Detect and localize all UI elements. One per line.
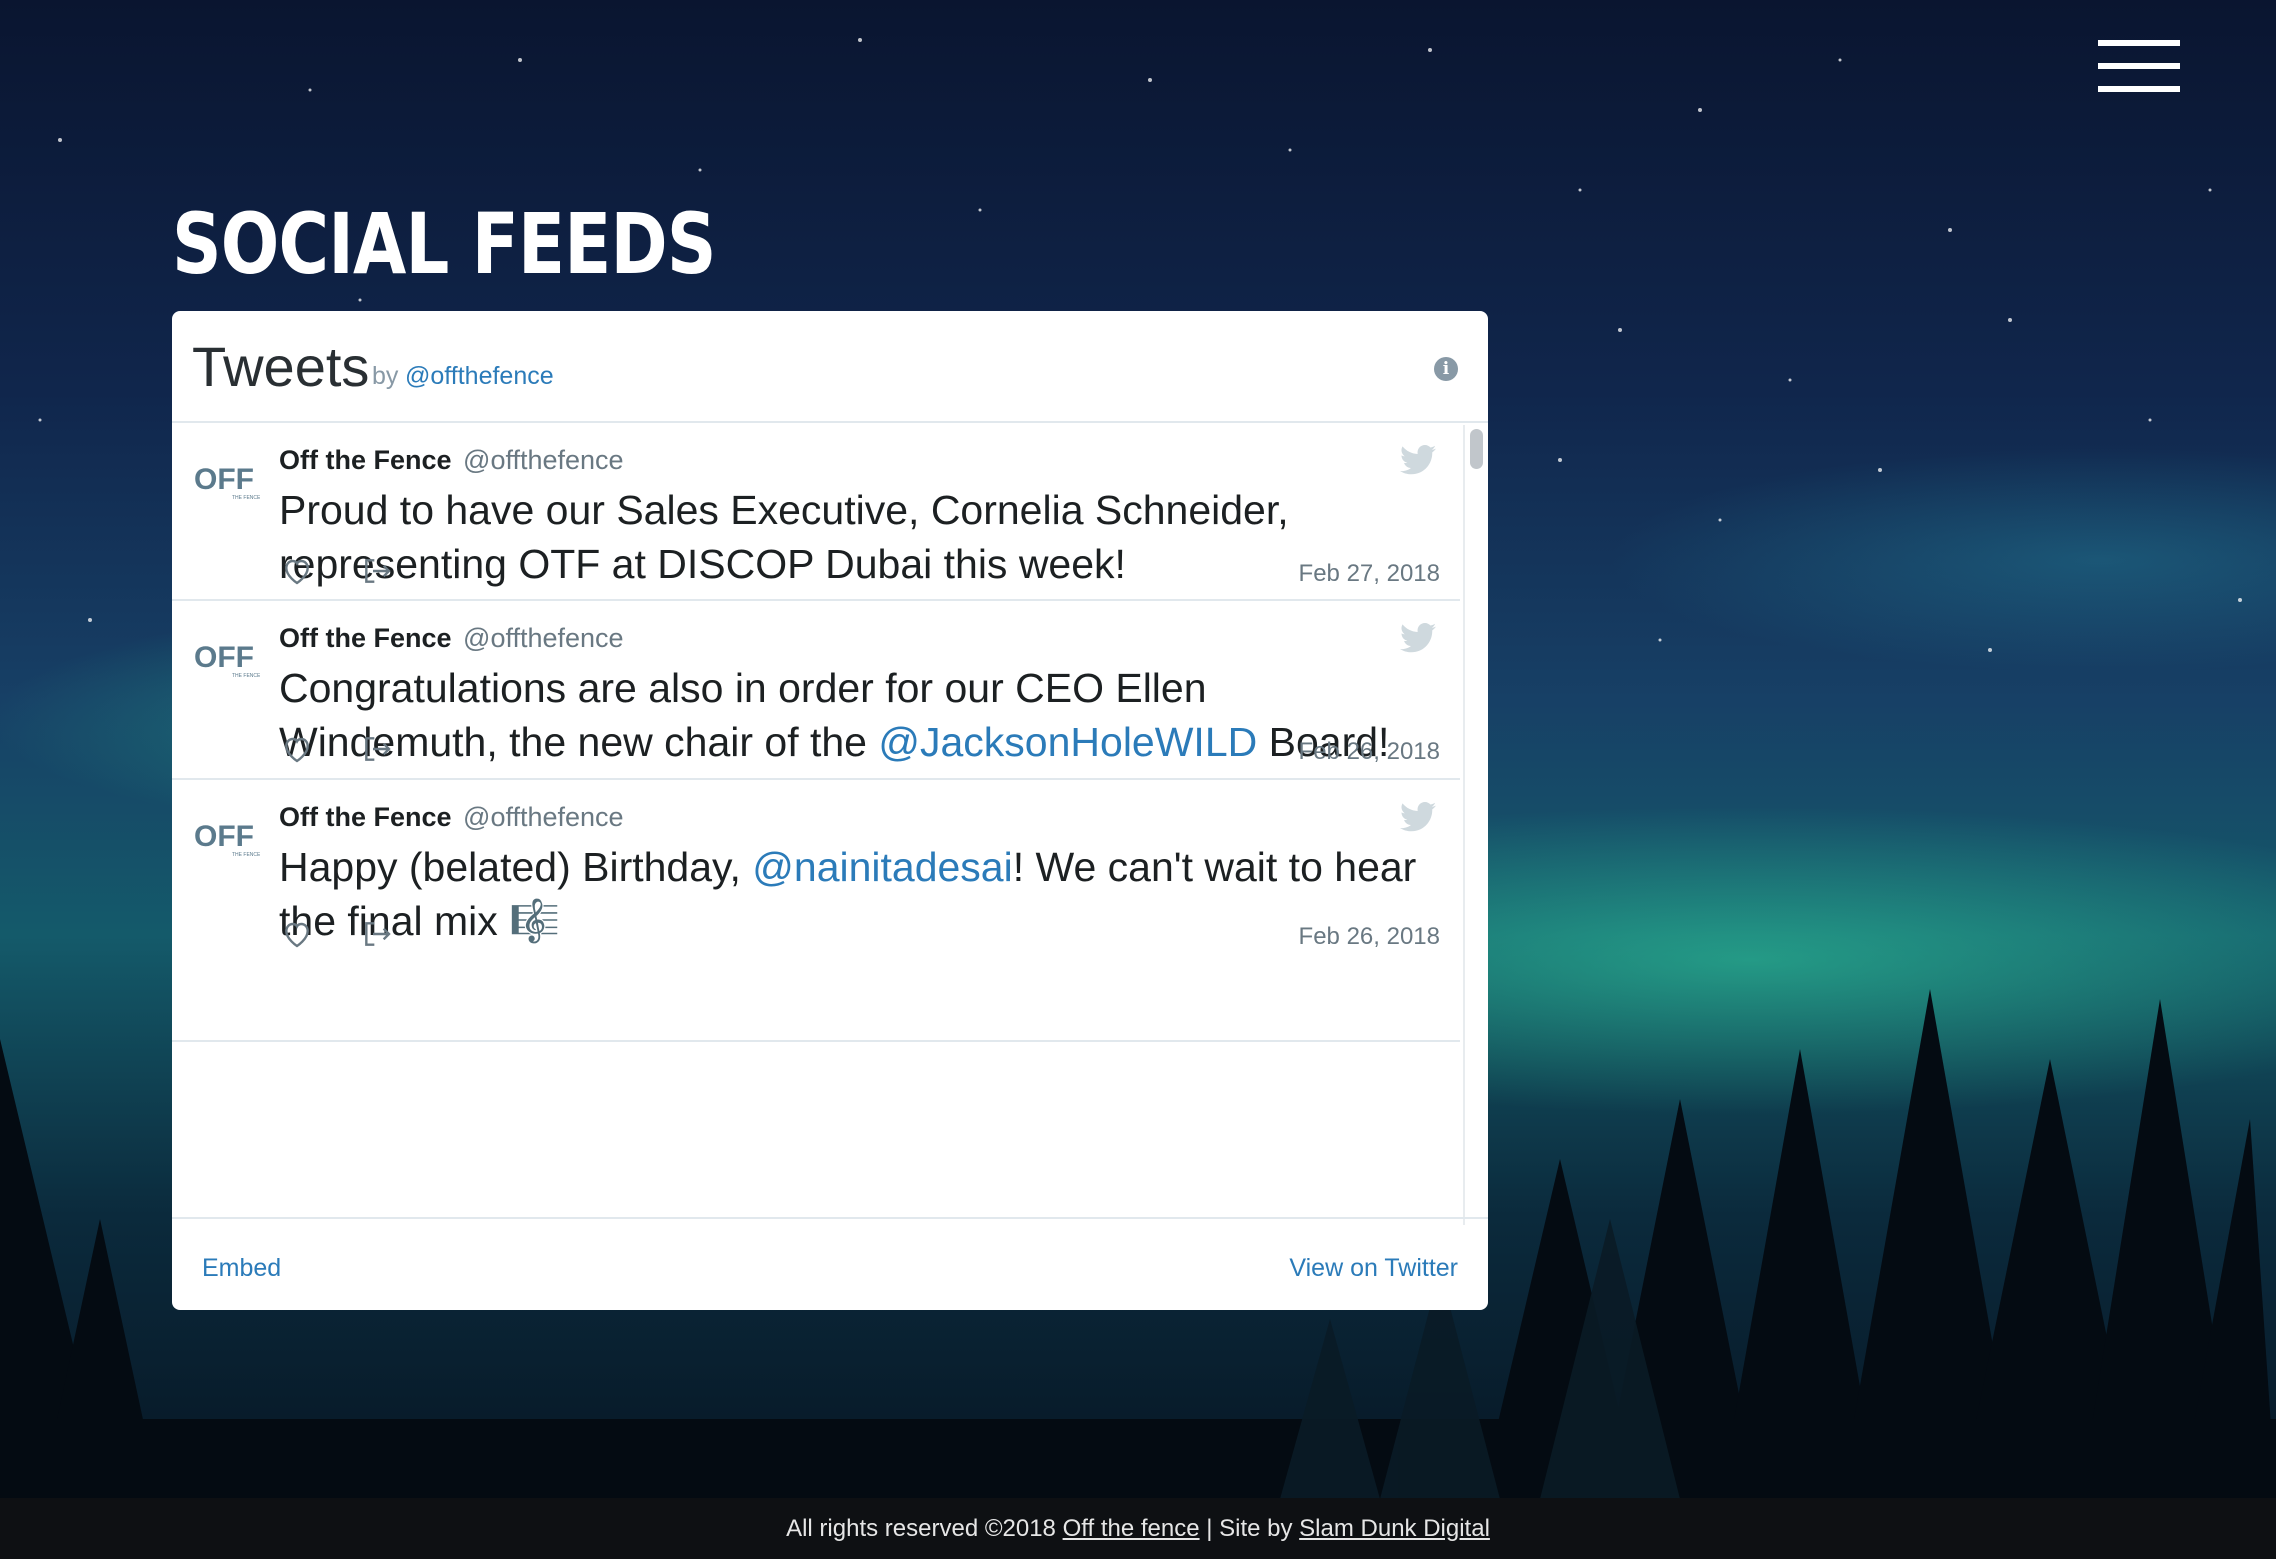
heart-icon[interactable]	[280, 918, 314, 950]
author-handle[interactable]: @offthefence	[463, 445, 624, 475]
twitter-bird-icon[interactable]	[1400, 445, 1436, 475]
footer-separator: | Site by	[1199, 1515, 1300, 1542]
twitter-bird-icon[interactable]	[1400, 623, 1436, 653]
agency-link[interactable]: Slam Dunk Digital	[1299, 1515, 1490, 1542]
hamburger-menu-icon[interactable]	[2098, 40, 2180, 92]
copyright-text: All rights reserved ©2018	[786, 1515, 1063, 1542]
widget-header: Tweets by @offthefence i	[172, 311, 1488, 423]
widget-handle-link[interactable]: @offthefence	[405, 361, 554, 391]
widget-footer: Embed View on Twitter	[172, 1217, 1488, 1310]
view-on-twitter-link[interactable]: View on Twitter	[1289, 1253, 1458, 1283]
scrollbar-thumb[interactable]	[1470, 429, 1483, 469]
music-score-emoji: 🎼	[509, 898, 561, 944]
svg-text:THE FENCE: THE FENCE	[232, 673, 260, 679]
author-handle[interactable]: @offthefence	[463, 623, 624, 653]
tweet-date[interactable]: Feb 26, 2018	[1172, 737, 1440, 767]
mention-link[interactable]: @nainitadesai	[752, 844, 1012, 890]
twitter-timeline-widget: Tweets by @offthefence i OFF THE FENCE O…	[172, 311, 1488, 1310]
tweet-item[interactable]: OFF THE FENCE Off the Fence @offthefence…	[172, 780, 1460, 1042]
author-handle[interactable]: @offthefence	[463, 802, 624, 832]
menu-line	[2098, 40, 2180, 46]
author-name[interactable]: Off the Fence	[279, 623, 452, 653]
share-icon[interactable]	[360, 918, 394, 950]
tweet-item[interactable]: OFF THE FENCE Off the Fence @offthefence…	[172, 601, 1460, 780]
info-icon[interactable]: i	[1434, 357, 1458, 381]
company-link[interactable]: Off the fence	[1063, 1515, 1200, 1542]
twitter-bird-icon[interactable]	[1400, 802, 1436, 832]
tweet-date[interactable]: Feb 26, 2018	[1172, 922, 1440, 952]
heart-icon[interactable]	[280, 555, 314, 587]
heart-icon[interactable]	[280, 733, 314, 765]
tweet-timeline[interactable]: OFF THE FENCE Off the Fence @offthefence…	[172, 423, 1488, 1229]
off-the-fence-avatar[interactable]: OFF THE FENCE	[194, 816, 260, 860]
off-the-fence-avatar[interactable]: OFF THE FENCE	[194, 637, 260, 681]
widget-by-label: by	[372, 362, 399, 390]
tweet-author[interactable]: Off the Fence @offthefence	[279, 621, 624, 655]
share-icon[interactable]	[360, 733, 394, 765]
tweet-date[interactable]: Feb 27, 2018	[1172, 559, 1440, 589]
svg-text:OFF: OFF	[194, 820, 254, 853]
site-footer: All rights reserved ©2018 Off the fence …	[0, 1498, 2276, 1559]
svg-text:OFF: OFF	[194, 641, 254, 674]
timeline-scrollbar[interactable]	[1463, 425, 1487, 1225]
svg-text:THE FENCE: THE FENCE	[232, 852, 260, 858]
embed-link[interactable]: Embed	[202, 1253, 281, 1283]
svg-text:OFF: OFF	[194, 463, 254, 496]
tweet-author[interactable]: Off the Fence @offthefence	[279, 800, 624, 834]
off-the-fence-avatar[interactable]: OFF THE FENCE	[194, 459, 260, 503]
page-title: SOCIAL FEEDS	[172, 195, 716, 293]
menu-line	[2098, 63, 2180, 69]
author-name[interactable]: Off the Fence	[279, 445, 452, 475]
share-icon[interactable]	[360, 555, 394, 587]
svg-text:THE FENCE: THE FENCE	[232, 495, 260, 501]
author-name[interactable]: Off the Fence	[279, 802, 452, 832]
tweet-item[interactable]: OFF THE FENCE Off the Fence @offthefence…	[172, 423, 1460, 601]
menu-line	[2098, 86, 2180, 92]
tweet-author[interactable]: Off the Fence @offthefence	[279, 443, 624, 477]
widget-title: Tweets	[192, 335, 370, 398]
